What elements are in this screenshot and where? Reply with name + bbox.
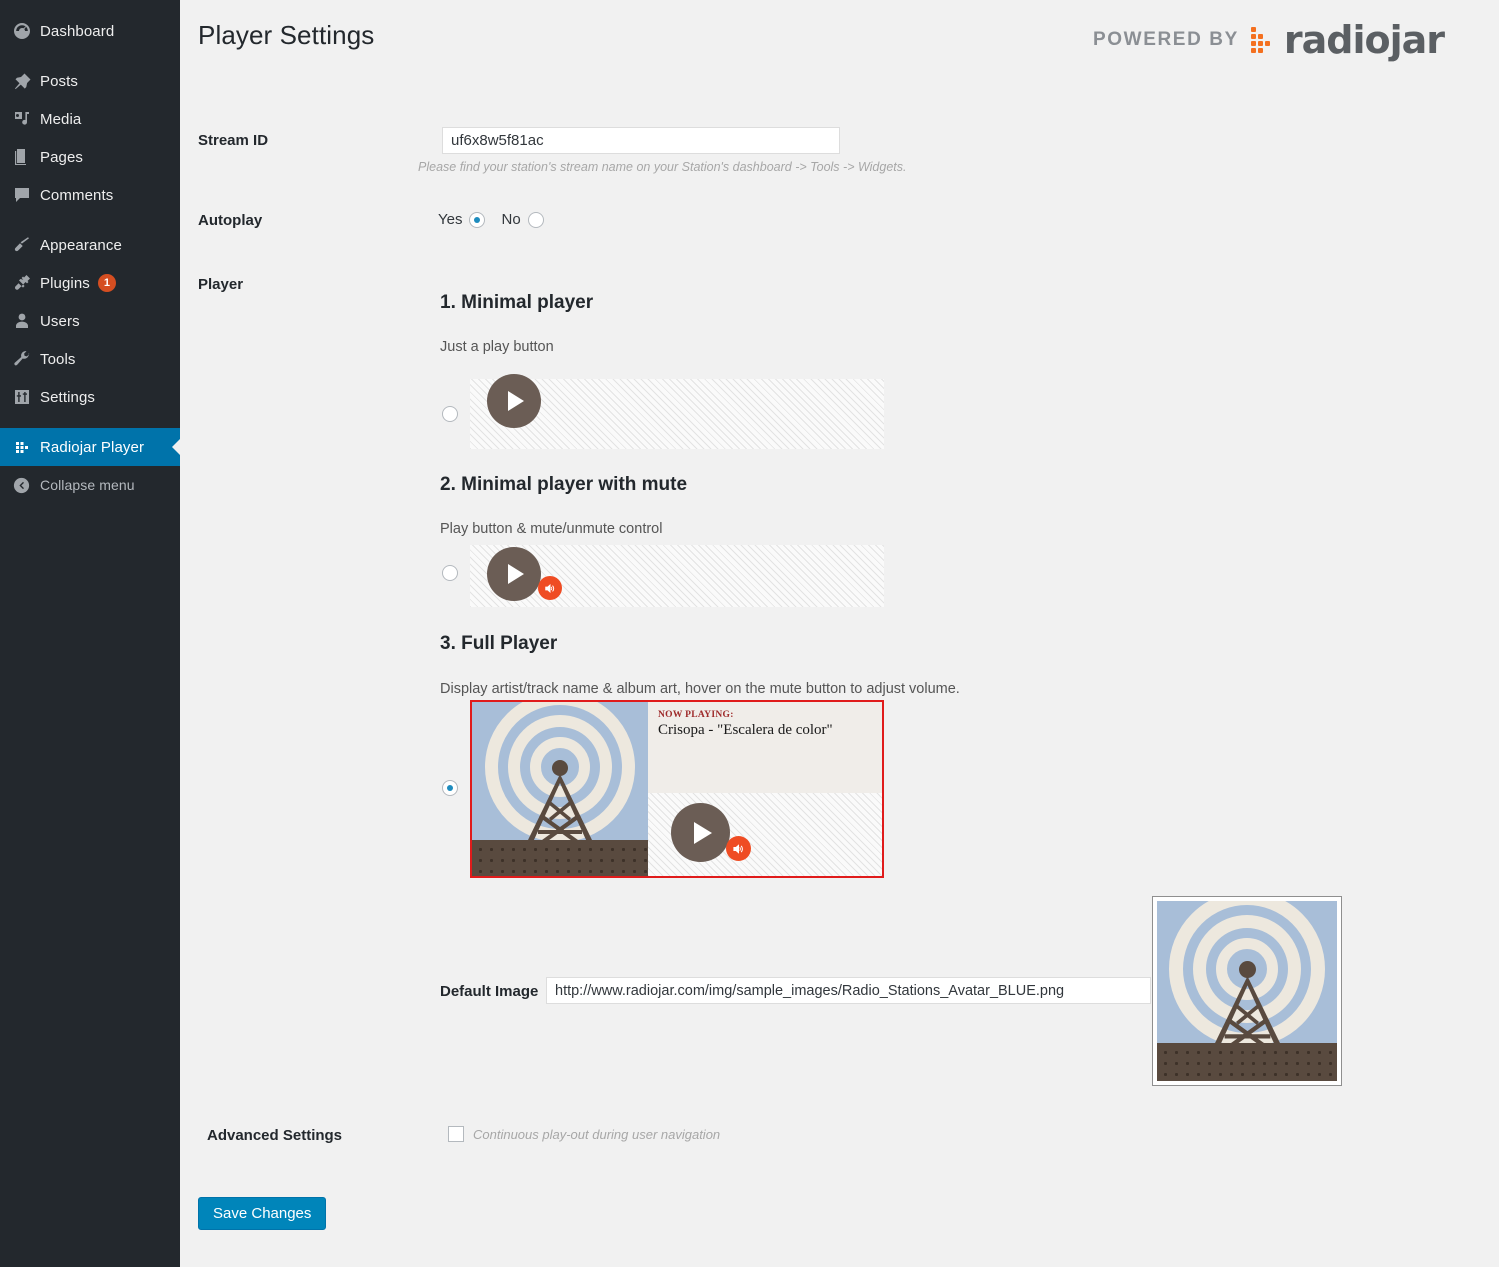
album-art-radio-tower — [472, 702, 648, 876]
advanced-settings-label: Advanced Settings — [207, 1127, 343, 1144]
default-image-input[interactable] — [546, 977, 1151, 1004]
autoplay-radio-group: Yes No — [438, 211, 544, 228]
play-icon[interactable] — [671, 803, 730, 862]
sidebar-item-users[interactable]: Users — [0, 302, 180, 340]
sidebar-item-label: Plugins — [40, 274, 90, 292]
sidebar-item-posts[interactable]: Posts — [0, 62, 180, 100]
continuous-playout-row: Continuous play-out during user navigati… — [448, 1126, 720, 1142]
collapse-menu-label: Collapse menu — [40, 477, 135, 493]
sidebar-item-label: Posts — [40, 72, 79, 90]
sidebar-item-label: Dashboard — [40, 22, 115, 40]
plugins-update-badge: 1 — [97, 274, 116, 292]
comment-icon — [12, 185, 40, 205]
plug-icon — [12, 273, 40, 293]
sidebar-item-label: Comments — [40, 186, 114, 204]
autoplay-no-radio[interactable] — [527, 211, 544, 228]
default-image-preview — [1152, 896, 1342, 1086]
player-option-2-title: 2. Minimal player with mute — [440, 474, 688, 495]
player-option-3-title: 3. Full Player — [440, 633, 558, 654]
now-playing-label: NOW PLAYING: — [658, 710, 734, 720]
autoplay-label: Autoplay — [198, 212, 263, 229]
autoplay-yes-radio[interactable] — [469, 211, 486, 228]
default-image-label: Default Image — [440, 983, 539, 1000]
pin-icon — [12, 71, 40, 91]
stream-id-input[interactable] — [442, 127, 840, 154]
player-option-1-description: Just a play button — [440, 339, 554, 355]
sidebar-item-settings[interactable]: Settings — [0, 378, 180, 416]
pages-icon — [12, 147, 40, 167]
sidebar-item-dashboard[interactable]: Dashboard — [0, 12, 180, 50]
mute-icon[interactable] — [726, 836, 751, 861]
save-changes-button[interactable]: Save Changes — [198, 1197, 327, 1230]
sidebar-item-radiojar-player[interactable]: Radiojar Player — [0, 428, 180, 466]
collapse-menu-button[interactable]: Collapse menu — [0, 466, 180, 504]
wrench-icon — [12, 349, 40, 369]
ground-texture — [1157, 1043, 1337, 1081]
play-icon[interactable] — [487, 547, 541, 601]
radiojar-dots-icon — [1250, 27, 1270, 53]
continuous-playout-label: Continuous play-out during user navigati… — [473, 1126, 721, 1142]
continuous-playout-checkbox[interactable] — [448, 1126, 464, 1142]
full-player-info-panel: NOW PLAYING: Crisopa - "Escalera de colo… — [648, 702, 882, 876]
sidebar-item-appearance[interactable]: Appearance — [0, 226, 180, 264]
powered-by-label: POWERED BY — [1093, 29, 1239, 50]
brush-icon — [12, 235, 40, 255]
player-option-2-preview[interactable] — [470, 545, 884, 607]
autoplay-yes-label: Yes — [438, 211, 463, 228]
dashboard-icon — [12, 21, 40, 41]
player-option-3-preview[interactable]: NOW PLAYING: Crisopa - "Escalera de colo… — [470, 700, 884, 878]
player-option-2-description: Play button & mute/unmute control — [440, 521, 663, 537]
media-icon — [12, 109, 40, 129]
player-option-2-radio[interactable] — [442, 565, 458, 581]
admin-sidebar: Dashboard Posts Media Pages Comments App… — [0, 0, 180, 1267]
ground-texture — [472, 840, 648, 876]
chevron-left-circle-icon — [12, 475, 40, 495]
sidebar-item-comments[interactable]: Comments — [0, 176, 180, 214]
sidebar-item-pages[interactable]: Pages — [0, 138, 180, 176]
sidebar-item-media[interactable]: Media — [0, 100, 180, 138]
page-title: Player Settings — [198, 20, 375, 50]
sidebar-item-label: Appearance — [40, 236, 122, 254]
sidebar-item-plugins[interactable]: Plugins 1 — [0, 264, 180, 302]
sidebar-item-label: Media — [40, 110, 82, 128]
player-option-1-radio[interactable] — [442, 406, 458, 422]
sidebar-item-label: Pages — [40, 148, 84, 166]
autoplay-no-label: No — [501, 211, 521, 228]
now-playing-track: Crisopa - "Escalera de color" — [658, 722, 833, 738]
sliders-icon — [12, 387, 40, 407]
radiojar-dots-icon — [12, 437, 40, 457]
now-playing-block: NOW PLAYING: Crisopa - "Escalera de colo… — [658, 710, 833, 739]
sidebar-item-label: Tools — [40, 350, 76, 368]
stream-id-help-text: Please find your station's stream name o… — [418, 160, 907, 174]
radiojar-wordmark: radiojar — [1283, 18, 1445, 62]
player-option-3-description: Display artist/track name & album art, h… — [440, 681, 960, 697]
play-icon[interactable] — [487, 374, 541, 428]
player-option-1-title: 1. Minimal player — [440, 292, 594, 313]
album-art-radio-tower — [1157, 901, 1337, 1081]
sidebar-item-label: Radiojar Player — [40, 438, 145, 456]
stream-id-label: Stream ID — [198, 132, 269, 149]
powered-by-radiojar-logo: POWERED BY radiojar — [1093, 18, 1445, 62]
player-label: Player — [198, 276, 244, 293]
main-content: Player Settings POWERED BY radiojar Stre… — [180, 0, 1499, 1267]
sidebar-item-label: Settings — [40, 388, 95, 406]
player-option-1-preview[interactable] — [470, 374, 884, 449]
player-option-3-radio[interactable] — [442, 780, 458, 796]
mute-icon[interactable] — [538, 576, 562, 600]
sidebar-item-tools[interactable]: Tools — [0, 340, 180, 378]
user-icon — [12, 311, 40, 331]
full-player-controls-bar — [648, 793, 882, 876]
sidebar-item-label: Users — [40, 312, 80, 330]
